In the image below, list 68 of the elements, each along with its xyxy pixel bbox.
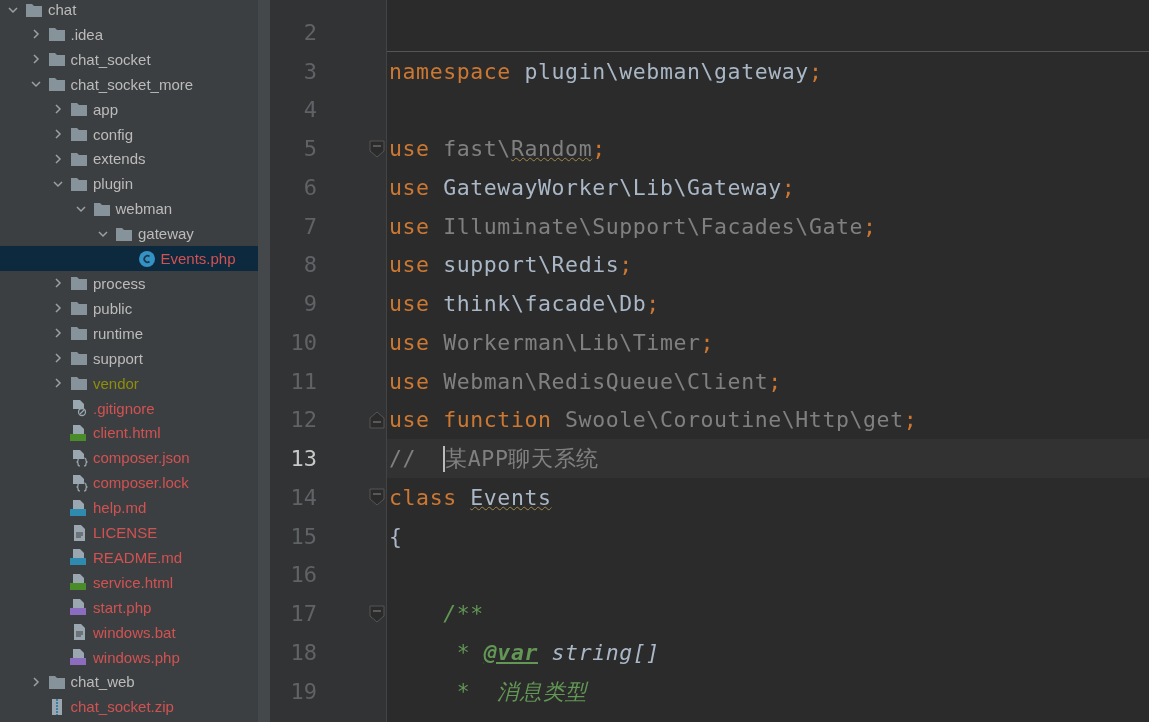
folder-icon — [47, 673, 66, 690]
folder-icon — [70, 175, 88, 192]
code-line: namespace plugin\webman\gateway; — [389, 58, 823, 84]
folder-icon — [92, 200, 111, 217]
tree-item[interactable]: .idea — [0, 21, 258, 47]
folder-icon — [47, 76, 66, 93]
php-file-icon — [70, 598, 88, 617]
tree-item[interactable]: extends — [0, 146, 258, 172]
code-line: class Events — [389, 484, 552, 510]
chevron-right-icon — [52, 352, 64, 365]
code-line: use GatewayWorker\Lib\Gateway; — [389, 174, 796, 200]
tree-item[interactable]: chat — [0, 0, 258, 22]
folder-icon — [70, 375, 88, 392]
tree-item[interactable]: app — [0, 96, 258, 122]
code-line: use think\facade\Db; — [389, 291, 660, 317]
tree-item[interactable]: chat_web — [0, 669, 258, 695]
folder-icon — [70, 275, 88, 292]
chevron-right-icon — [52, 302, 64, 315]
folder-icon — [47, 51, 66, 68]
tree-item[interactable]: chat_socket_more — [0, 71, 258, 97]
ignore-file-icon — [70, 399, 88, 417]
class-file-icon — [137, 249, 156, 268]
chevron-right-icon — [52, 277, 64, 290]
code-line: { — [389, 523, 403, 549]
folder-icon — [25, 1, 43, 18]
tree-item[interactable]: chat_socket — [0, 46, 258, 72]
json-file-icon — [70, 473, 88, 492]
chevron-right-icon — [52, 103, 64, 116]
code-comment: /** — [442, 601, 484, 627]
code-line: use fast\Random; — [389, 136, 606, 162]
markdown-file-icon — [70, 498, 88, 517]
chevron-right-icon — [52, 377, 64, 390]
chevron-right-icon — [52, 128, 64, 141]
tree-item[interactable]: webman — [0, 196, 258, 222]
folder-icon — [70, 325, 88, 342]
line-number: 13 — [289, 446, 317, 472]
tree-item[interactable]: plugin — [0, 171, 258, 197]
code-line: use Workerman\Lib\Timer; — [389, 329, 715, 355]
tree-item[interactable]: vendor — [0, 370, 258, 396]
code-line: use Illuminate\Support\Facades\Gate; — [389, 213, 877, 239]
tree-item[interactable]: gateway — [0, 221, 258, 247]
code-comment: * 消息类型 — [455, 677, 588, 706]
html-file-icon — [70, 423, 88, 442]
folder-icon — [115, 225, 133, 242]
code-comment: * @var string[] — [455, 639, 660, 665]
json-file-icon — [70, 448, 88, 467]
code-line: use Webman\RedisQueue\Client; — [389, 368, 782, 394]
tree-item[interactable]: support — [0, 345, 258, 371]
scrollbar[interactable] — [258, 0, 270, 722]
tree-item[interactable]: runtime — [0, 320, 258, 346]
code-line: use function Swoole\Coroutine\Http\get; — [389, 407, 918, 433]
tree-item[interactable]: process — [0, 270, 258, 296]
folder-icon — [70, 101, 88, 118]
folder-icon — [47, 26, 66, 43]
code-comment: // 某APP聊天系统 — [389, 444, 599, 474]
folder-icon — [70, 126, 88, 143]
php-file-icon — [70, 648, 88, 667]
folder-icon — [70, 300, 88, 317]
markdown-file-icon — [70, 548, 88, 567]
code-line: use support\Redis; — [389, 252, 633, 278]
chevron-right-icon — [52, 152, 64, 165]
html-file-icon — [70, 573, 88, 592]
folder-icon — [70, 350, 88, 367]
tree-item[interactable]: Events.php — [0, 246, 258, 272]
chevron-right-icon — [52, 327, 64, 340]
tree-item[interactable]: config — [0, 121, 258, 147]
tree-item[interactable]: public — [0, 295, 258, 321]
folder-icon — [70, 150, 88, 167]
